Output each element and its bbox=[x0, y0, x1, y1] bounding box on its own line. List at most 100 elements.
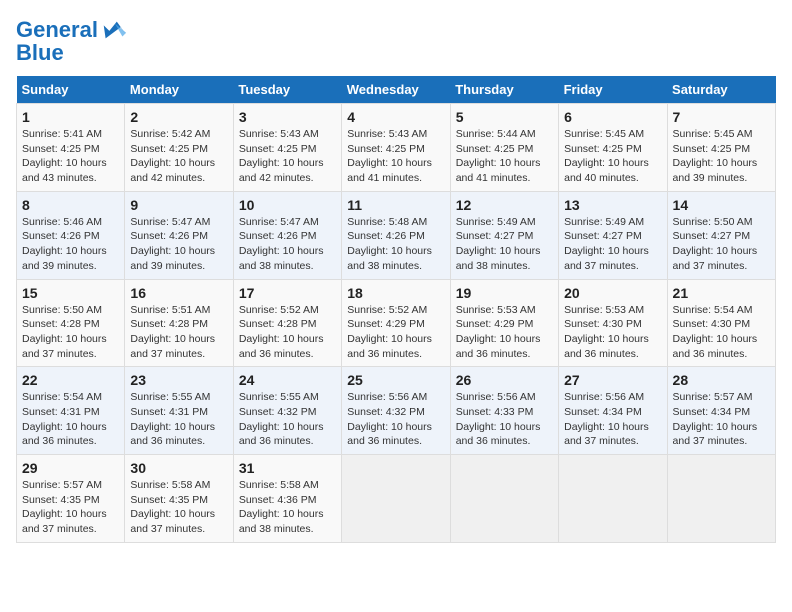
calendar-cell: 28 Sunrise: 5:57 AMSunset: 4:34 PMDaylig… bbox=[667, 367, 775, 455]
calendar-cell: 30 Sunrise: 5:58 AMSunset: 4:35 PMDaylig… bbox=[125, 455, 233, 543]
day-number: 16 bbox=[130, 285, 227, 301]
calendar-cell: 1 Sunrise: 5:41 AMSunset: 4:25 PMDayligh… bbox=[17, 104, 125, 192]
weekday-header-sunday: Sunday bbox=[17, 76, 125, 104]
day-info: Sunrise: 5:43 AMSunset: 4:25 PMDaylight:… bbox=[239, 128, 324, 184]
calendar-cell: 11 Sunrise: 5:48 AMSunset: 4:26 PMDaylig… bbox=[342, 191, 450, 279]
calendar-week-1: 1 Sunrise: 5:41 AMSunset: 4:25 PMDayligh… bbox=[17, 104, 776, 192]
logo-text: General bbox=[16, 18, 98, 42]
calendar-cell: 8 Sunrise: 5:46 AMSunset: 4:26 PMDayligh… bbox=[17, 191, 125, 279]
calendar-cell: 17 Sunrise: 5:52 AMSunset: 4:28 PMDaylig… bbox=[233, 279, 341, 367]
calendar-cell: 26 Sunrise: 5:56 AMSunset: 4:33 PMDaylig… bbox=[450, 367, 558, 455]
day-info: Sunrise: 5:56 AMSunset: 4:33 PMDaylight:… bbox=[456, 391, 541, 447]
weekday-header-tuesday: Tuesday bbox=[233, 76, 341, 104]
day-info: Sunrise: 5:45 AMSunset: 4:25 PMDaylight:… bbox=[564, 128, 649, 184]
day-number: 13 bbox=[564, 197, 661, 213]
day-info: Sunrise: 5:49 AMSunset: 4:27 PMDaylight:… bbox=[564, 216, 649, 272]
calendar-cell: 24 Sunrise: 5:55 AMSunset: 4:32 PMDaylig… bbox=[233, 367, 341, 455]
day-info: Sunrise: 5:47 AMSunset: 4:26 PMDaylight:… bbox=[130, 216, 215, 272]
day-number: 15 bbox=[22, 285, 119, 301]
calendar-cell bbox=[559, 455, 667, 543]
calendar-cell: 7 Sunrise: 5:45 AMSunset: 4:25 PMDayligh… bbox=[667, 104, 775, 192]
day-info: Sunrise: 5:50 AMSunset: 4:27 PMDaylight:… bbox=[673, 216, 758, 272]
calendar-week-5: 29 Sunrise: 5:57 AMSunset: 4:35 PMDaylig… bbox=[17, 455, 776, 543]
calendar-cell bbox=[667, 455, 775, 543]
day-info: Sunrise: 5:54 AMSunset: 4:30 PMDaylight:… bbox=[673, 304, 758, 360]
calendar-cell: 18 Sunrise: 5:52 AMSunset: 4:29 PMDaylig… bbox=[342, 279, 450, 367]
calendar-cell bbox=[450, 455, 558, 543]
weekday-header-wednesday: Wednesday bbox=[342, 76, 450, 104]
day-number: 18 bbox=[347, 285, 444, 301]
day-number: 22 bbox=[22, 372, 119, 388]
day-number: 17 bbox=[239, 285, 336, 301]
calendar-cell: 29 Sunrise: 5:57 AMSunset: 4:35 PMDaylig… bbox=[17, 455, 125, 543]
weekday-header-saturday: Saturday bbox=[667, 76, 775, 104]
day-info: Sunrise: 5:51 AMSunset: 4:28 PMDaylight:… bbox=[130, 304, 215, 360]
day-number: 30 bbox=[130, 460, 227, 476]
calendar-cell: 15 Sunrise: 5:50 AMSunset: 4:28 PMDaylig… bbox=[17, 279, 125, 367]
calendar-week-4: 22 Sunrise: 5:54 AMSunset: 4:31 PMDaylig… bbox=[17, 367, 776, 455]
calendar-cell: 19 Sunrise: 5:53 AMSunset: 4:29 PMDaylig… bbox=[450, 279, 558, 367]
day-number: 3 bbox=[239, 109, 336, 125]
logo: General Blue bbox=[16, 16, 128, 66]
day-info: Sunrise: 5:46 AMSunset: 4:26 PMDaylight:… bbox=[22, 216, 107, 272]
calendar-cell: 12 Sunrise: 5:49 AMSunset: 4:27 PMDaylig… bbox=[450, 191, 558, 279]
day-number: 20 bbox=[564, 285, 661, 301]
day-info: Sunrise: 5:55 AMSunset: 4:32 PMDaylight:… bbox=[239, 391, 324, 447]
day-number: 28 bbox=[673, 372, 770, 388]
calendar-table: SundayMondayTuesdayWednesdayThursdayFrid… bbox=[16, 76, 776, 543]
day-info: Sunrise: 5:42 AMSunset: 4:25 PMDaylight:… bbox=[130, 128, 215, 184]
calendar-cell: 9 Sunrise: 5:47 AMSunset: 4:26 PMDayligh… bbox=[125, 191, 233, 279]
day-info: Sunrise: 5:57 AMSunset: 4:34 PMDaylight:… bbox=[673, 391, 758, 447]
calendar-cell: 3 Sunrise: 5:43 AMSunset: 4:25 PMDayligh… bbox=[233, 104, 341, 192]
weekday-header-monday: Monday bbox=[125, 76, 233, 104]
day-number: 21 bbox=[673, 285, 770, 301]
day-number: 29 bbox=[22, 460, 119, 476]
day-number: 26 bbox=[456, 372, 553, 388]
day-info: Sunrise: 5:56 AMSunset: 4:34 PMDaylight:… bbox=[564, 391, 649, 447]
day-info: Sunrise: 5:54 AMSunset: 4:31 PMDaylight:… bbox=[22, 391, 107, 447]
day-number: 14 bbox=[673, 197, 770, 213]
page-header: General Blue bbox=[16, 16, 776, 66]
calendar-cell: 22 Sunrise: 5:54 AMSunset: 4:31 PMDaylig… bbox=[17, 367, 125, 455]
day-info: Sunrise: 5:49 AMSunset: 4:27 PMDaylight:… bbox=[456, 216, 541, 272]
day-number: 5 bbox=[456, 109, 553, 125]
calendar-week-2: 8 Sunrise: 5:46 AMSunset: 4:26 PMDayligh… bbox=[17, 191, 776, 279]
day-number: 8 bbox=[22, 197, 119, 213]
calendar-cell: 4 Sunrise: 5:43 AMSunset: 4:25 PMDayligh… bbox=[342, 104, 450, 192]
calendar-cell: 16 Sunrise: 5:51 AMSunset: 4:28 PMDaylig… bbox=[125, 279, 233, 367]
calendar-cell: 2 Sunrise: 5:42 AMSunset: 4:25 PMDayligh… bbox=[125, 104, 233, 192]
day-number: 23 bbox=[130, 372, 227, 388]
day-number: 25 bbox=[347, 372, 444, 388]
weekday-header-thursday: Thursday bbox=[450, 76, 558, 104]
day-info: Sunrise: 5:50 AMSunset: 4:28 PMDaylight:… bbox=[22, 304, 107, 360]
calendar-cell bbox=[342, 455, 450, 543]
day-number: 24 bbox=[239, 372, 336, 388]
day-number: 10 bbox=[239, 197, 336, 213]
calendar-cell: 14 Sunrise: 5:50 AMSunset: 4:27 PMDaylig… bbox=[667, 191, 775, 279]
calendar-cell: 6 Sunrise: 5:45 AMSunset: 4:25 PMDayligh… bbox=[559, 104, 667, 192]
day-number: 1 bbox=[22, 109, 119, 125]
day-info: Sunrise: 5:44 AMSunset: 4:25 PMDaylight:… bbox=[456, 128, 541, 184]
day-info: Sunrise: 5:47 AMSunset: 4:26 PMDaylight:… bbox=[239, 216, 324, 272]
day-info: Sunrise: 5:52 AMSunset: 4:29 PMDaylight:… bbox=[347, 304, 432, 360]
calendar-cell: 27 Sunrise: 5:56 AMSunset: 4:34 PMDaylig… bbox=[559, 367, 667, 455]
day-info: Sunrise: 5:52 AMSunset: 4:28 PMDaylight:… bbox=[239, 304, 324, 360]
day-number: 4 bbox=[347, 109, 444, 125]
day-info: Sunrise: 5:45 AMSunset: 4:25 PMDaylight:… bbox=[673, 128, 758, 184]
day-info: Sunrise: 5:56 AMSunset: 4:32 PMDaylight:… bbox=[347, 391, 432, 447]
calendar-cell: 21 Sunrise: 5:54 AMSunset: 4:30 PMDaylig… bbox=[667, 279, 775, 367]
calendar-cell: 23 Sunrise: 5:55 AMSunset: 4:31 PMDaylig… bbox=[125, 367, 233, 455]
calendar-cell: 13 Sunrise: 5:49 AMSunset: 4:27 PMDaylig… bbox=[559, 191, 667, 279]
day-info: Sunrise: 5:58 AMSunset: 4:35 PMDaylight:… bbox=[130, 479, 215, 535]
day-info: Sunrise: 5:43 AMSunset: 4:25 PMDaylight:… bbox=[347, 128, 432, 184]
day-info: Sunrise: 5:58 AMSunset: 4:36 PMDaylight:… bbox=[239, 479, 324, 535]
day-number: 27 bbox=[564, 372, 661, 388]
day-number: 11 bbox=[347, 197, 444, 213]
day-info: Sunrise: 5:53 AMSunset: 4:29 PMDaylight:… bbox=[456, 304, 541, 360]
day-info: Sunrise: 5:55 AMSunset: 4:31 PMDaylight:… bbox=[130, 391, 215, 447]
calendar-cell: 31 Sunrise: 5:58 AMSunset: 4:36 PMDaylig… bbox=[233, 455, 341, 543]
day-info: Sunrise: 5:57 AMSunset: 4:35 PMDaylight:… bbox=[22, 479, 107, 535]
day-number: 6 bbox=[564, 109, 661, 125]
day-number: 9 bbox=[130, 197, 227, 213]
day-info: Sunrise: 5:48 AMSunset: 4:26 PMDaylight:… bbox=[347, 216, 432, 272]
